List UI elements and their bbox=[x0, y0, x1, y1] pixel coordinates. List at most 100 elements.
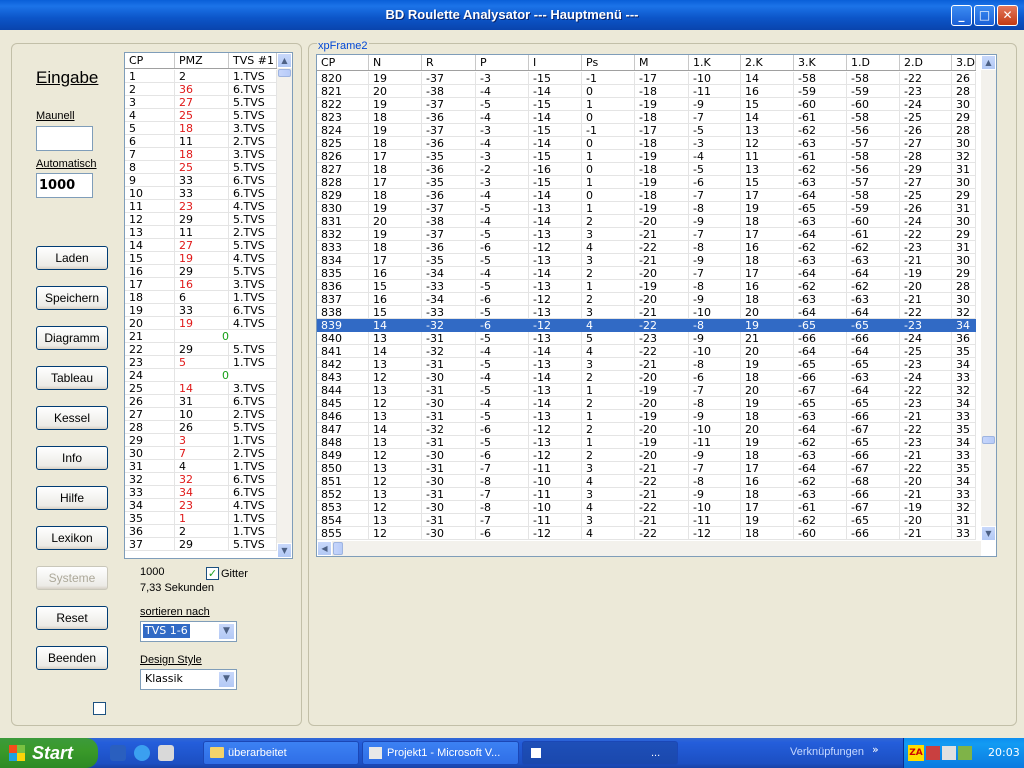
task-roulette[interactable]: ... bbox=[522, 741, 678, 765]
table-row[interactable]: 832 19 -37 -5 -13 3 -21 -7 17 -64 -61 -22 29 bbox=[317, 228, 976, 241]
table-row[interactable]: 853 12 -30 -8 -10 4 -22 -10 17 -61 -67 -19 32 bbox=[317, 501, 976, 514]
beenden-button[interactable]: Beenden bbox=[36, 646, 108, 670]
kessel-button[interactable]: Kessel bbox=[36, 406, 108, 430]
scroll-down-icon[interactable]: ▼ bbox=[277, 543, 292, 558]
table-row[interactable]: 3 27 5.TVS bbox=[125, 96, 277, 109]
table-row[interactable]: 831 20 -38 -4 -14 2 -20 -9 18 -63 -60 -24 30 bbox=[317, 215, 976, 228]
table-row[interactable]: 854 13 -31 -7 -11 3 -21 -11 19 -62 -65 -20 31 bbox=[317, 514, 976, 527]
table-row[interactable]: 842 13 -31 -5 -13 3 -21 -8 19 -65 -65 -23 34 bbox=[317, 358, 976, 371]
selected-table-row[interactable]: 839 14 -32 -6 -12 4 -22 -8 19 -65 -65 -23 34 bbox=[317, 319, 976, 332]
table-row[interactable]: 34 23 4.TVS bbox=[125, 499, 277, 512]
chevron-down-icon[interactable]: ▼ bbox=[218, 671, 235, 688]
diagramm-button[interactable]: Diagramm bbox=[36, 326, 108, 350]
analysis-grid-header-cell[interactable]: 1.K bbox=[689, 55, 741, 70]
pmz-grid-header-cell[interactable]: CP bbox=[125, 53, 175, 68]
analysis-grid-header-cell[interactable]: Ps bbox=[582, 55, 635, 70]
table-row[interactable]: 12 29 5.TVS bbox=[125, 213, 277, 226]
analysis-grid-header-cell[interactable]: N bbox=[369, 55, 422, 70]
analysis-grid-vscrollbar[interactable]: ▲ ▼ bbox=[981, 55, 996, 541]
links-toolbar-label[interactable]: Verknüpfungen bbox=[790, 746, 864, 758]
table-row[interactable]: 1 2 1.TVS bbox=[125, 70, 277, 83]
info-button[interactable]: Info bbox=[36, 446, 108, 470]
table-row[interactable]: 18 6 1.TVS bbox=[125, 291, 277, 304]
table-row[interactable]: 27 10 2.TVS bbox=[125, 408, 277, 421]
table-row[interactable]: 850 13 -31 -7 -11 3 -21 -7 17 -64 -67 -22 35 bbox=[317, 462, 976, 475]
reset-button[interactable]: Reset bbox=[36, 606, 108, 630]
desktop-quicklaunch-icon[interactable] bbox=[110, 745, 126, 761]
table-row[interactable]: 851 12 -30 -8 -10 4 -22 -8 16 -62 -68 -20 34 bbox=[317, 475, 976, 488]
pmz-grid-header-cell[interactable]: PMZ bbox=[175, 53, 229, 68]
lexikon-button[interactable]: Lexikon bbox=[36, 526, 108, 550]
table-row[interactable]: 849 12 -30 -6 -12 2 -20 -9 18 -63 -66 -21 33 bbox=[317, 449, 976, 462]
maximize-button[interactable]: □ bbox=[974, 5, 995, 26]
table-row[interactable]: 17 16 3.TVS bbox=[125, 278, 277, 291]
design-combo[interactable]: Klassik ▼ bbox=[140, 669, 237, 690]
table-row[interactable]: 14 27 5.TVS bbox=[125, 239, 277, 252]
hilfe-button[interactable]: Hilfe bbox=[36, 486, 108, 510]
table-row[interactable]: 821 20 -38 -4 -14 0 -18 -11 16 -59 -59 -23 28 bbox=[317, 85, 976, 98]
table-row[interactable]: 823 18 -36 -4 -14 0 -18 -7 14 -61 -58 -25 29 bbox=[317, 111, 976, 124]
analysis-grid-header-cell[interactable]: 1.D bbox=[847, 55, 900, 70]
chevron-right-icon[interactable]: » bbox=[872, 743, 879, 756]
table-row[interactable]: 828 17 -35 -3 -15 1 -19 -6 15 -63 -57 -27 30 bbox=[317, 176, 976, 189]
table-row[interactable]: 7 18 3.TVS bbox=[125, 148, 277, 161]
table-row[interactable]: 23 5 1.TVS bbox=[125, 356, 277, 369]
laden-button[interactable]: Laden bbox=[36, 246, 108, 270]
systeme-button[interactable]: Systeme bbox=[36, 566, 108, 590]
table-row[interactable]: 5 18 3.TVS bbox=[125, 122, 277, 135]
task-projekt1[interactable]: Projekt1 - Microsoft V... bbox=[362, 741, 519, 765]
pmz-grid-header-cell[interactable]: TVS #1 bbox=[229, 53, 277, 68]
table-row[interactable]: 829 18 -36 -4 -14 0 -18 -7 17 -64 -58 -25 29 bbox=[317, 189, 976, 202]
table-row[interactable]: 6 11 2.TVS bbox=[125, 135, 277, 148]
speichern-button[interactable]: Speichern bbox=[36, 286, 108, 310]
table-row[interactable]: 29 3 1.TVS bbox=[125, 434, 277, 447]
table-row[interactable]: 843 12 -30 -4 -14 2 -20 -6 18 -66 -63 -24 33 bbox=[317, 371, 976, 384]
internet-explorer-icon[interactable] bbox=[134, 745, 150, 761]
analysis-grid-header-cell[interactable]: 2.D bbox=[900, 55, 952, 70]
table-row[interactable]: 820 19 -37 -3 -15 -1 -17 -10 14 -58 -58 -22 26 bbox=[317, 72, 976, 85]
automatisch-input[interactable]: 1000 bbox=[36, 173, 93, 198]
vscroll-thumb[interactable] bbox=[982, 436, 995, 444]
table-row[interactable]: 837 16 -34 -6 -12 2 -20 -9 18 -63 -63 -21 30 bbox=[317, 293, 976, 306]
analysis-grid-header-cell[interactable]: M bbox=[635, 55, 689, 70]
chevron-down-icon[interactable]: ▼ bbox=[218, 623, 235, 640]
analysis-grid-header-cell[interactable]: 2.K bbox=[741, 55, 794, 70]
table-row[interactable]: 33 34 6.TVS bbox=[125, 486, 277, 499]
table-row[interactable]: 9 33 6.TVS bbox=[125, 174, 277, 187]
minimize-button[interactable]: _ bbox=[951, 5, 972, 26]
sort-combo[interactable]: TVS 1-6 ▼ bbox=[140, 621, 237, 642]
scroll-thumb[interactable] bbox=[278, 69, 291, 77]
close-button[interactable]: ✕ bbox=[997, 5, 1018, 26]
table-row[interactable]: 844 13 -31 -5 -13 1 -19 -7 20 -67 -64 -22 32 bbox=[317, 384, 976, 397]
zonealarm-icon[interactable]: ZA bbox=[908, 745, 924, 761]
mail-icon[interactable] bbox=[158, 745, 174, 761]
table-row[interactable]: 26 31 6.TVS bbox=[125, 395, 277, 408]
table-row[interactable]: 36 2 1.TVS bbox=[125, 525, 277, 538]
analysis-grid[interactable]: CP N R P I Ps M 1.K 2.K 3.K 1.D 2.D 3.D 820 19 -37 -3 -1… bbox=[316, 54, 997, 557]
table-row[interactable]: 835 16 -34 -4 -14 2 -20 -7 17 -64 -64 -19 29 bbox=[317, 267, 976, 280]
table-row[interactable]: 16 29 5.TVS bbox=[125, 265, 277, 278]
start-button[interactable]: Start bbox=[0, 738, 98, 768]
table-row[interactable]: 855 12 -30 -6 -12 4 -22 -12 18 -60 -66 -21 33 bbox=[317, 527, 976, 540]
network-icon[interactable] bbox=[942, 746, 956, 760]
table-row[interactable]: 13 11 2.TVS bbox=[125, 226, 277, 239]
table-row[interactable]: 830 19 -37 -5 -13 1 -19 -8 19 -65 -59 -26 31 bbox=[317, 202, 976, 215]
table-row[interactable]: 35 1 1.TVS bbox=[125, 512, 277, 525]
table-row[interactable]: 833 18 -36 -6 -12 4 -22 -8 16 -62 -62 -23 31 bbox=[317, 241, 976, 254]
table-row[interactable]: 4 25 5.TVS bbox=[125, 109, 277, 122]
table-row[interactable]: 25 14 3.TVS bbox=[125, 382, 277, 395]
table-row[interactable]: 824 19 -37 -3 -15 -1 -17 -5 13 -62 -56 -26 28 bbox=[317, 124, 976, 137]
table-row[interactable]: 825 18 -36 -4 -14 0 -18 -3 12 -63 -57 -27 30 bbox=[317, 137, 976, 150]
manuell-input[interactable] bbox=[36, 126, 93, 151]
hardware-icon[interactable] bbox=[958, 746, 972, 760]
bottom-checkbox[interactable] bbox=[93, 702, 106, 715]
table-row[interactable]: 24 0 bbox=[125, 369, 277, 382]
scroll-down-icon[interactable]: ▼ bbox=[981, 526, 996, 541]
table-row[interactable]: 8 25 5.TVS bbox=[125, 161, 277, 174]
table-row[interactable]: 37 29 5.TVS bbox=[125, 538, 277, 551]
tableau-button[interactable]: Tableau bbox=[36, 366, 108, 390]
security-icon[interactable] bbox=[926, 746, 940, 760]
table-row[interactable]: 846 13 -31 -5 -13 1 -19 -9 18 -63 -66 -21 33 bbox=[317, 410, 976, 423]
table-row[interactable]: 30 7 2.TVS bbox=[125, 447, 277, 460]
table-row[interactable]: 827 18 -36 -2 -16 0 -18 -5 13 -62 -56 -29 31 bbox=[317, 163, 976, 176]
